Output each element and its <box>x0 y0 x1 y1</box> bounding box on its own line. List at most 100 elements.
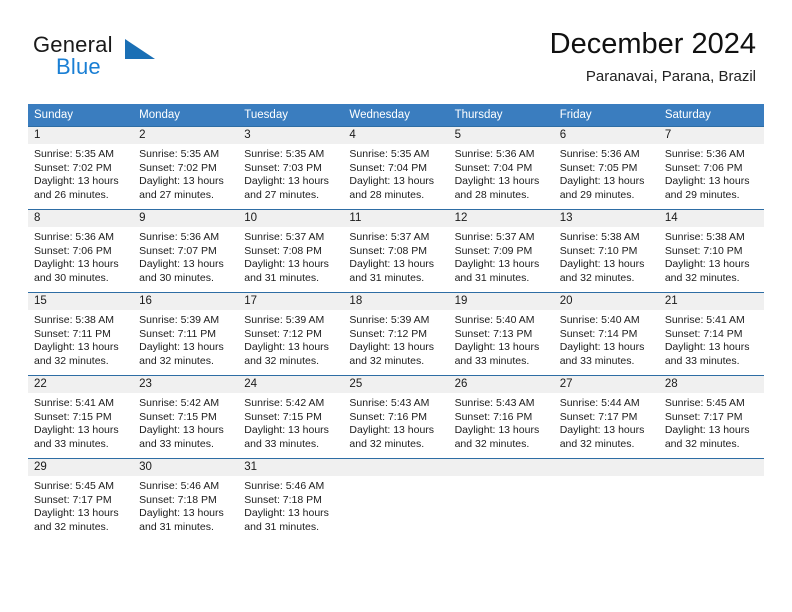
sunset-text: Sunset: 7:02 PM <box>139 161 217 174</box>
day-details: Sunrise: 5:40 AM Sunset: 7:14 PM Dayligh… <box>554 310 659 368</box>
day-number: 24 <box>238 376 344 393</box>
daylight-text-line1: Daylight: 13 hours <box>244 507 329 520</box>
sunset-text: Sunset: 7:05 PM <box>559 161 638 174</box>
day-number: 14 <box>658 210 764 227</box>
day-cell[interactable]: 15 Sunrise: 5:38 AM Sunset: 7:11 PM Dayl… <box>28 292 134 376</box>
day-cell[interactable]: 30 Sunrise: 5:46 AM Sunset: 7:18 PM Dayl… <box>133 458 239 541</box>
day-cell[interactable]: 28 Sunrise: 5:45 AM Sunset: 7:17 PM Dayl… <box>658 375 764 459</box>
day-details: Sunrise: 5:38 AM Sunset: 7:10 PM Dayligh… <box>659 227 764 285</box>
column-header-tuesday: Tuesday <box>238 104 344 127</box>
day-cell[interactable]: 11 Sunrise: 5:37 AM Sunset: 7:08 PM Dayl… <box>343 209 449 293</box>
day-cell[interactable]: 2 Sunrise: 5:35 AM Sunset: 7:02 PM Dayli… <box>133 126 239 210</box>
sunrise-text: Sunrise: 5:37 AM <box>349 231 430 243</box>
daylight-text-line1: Daylight: 13 hours <box>664 175 750 188</box>
day-details: Sunrise: 5:36 AM Sunset: 7:06 PM Dayligh… <box>659 144 764 202</box>
sunrise-text: Sunrise: 5:39 AM <box>244 314 325 326</box>
brand-logo[interactable]: General Blue <box>33 32 233 84</box>
day-cell[interactable]: 22 Sunrise: 5:41 AM Sunset: 7:15 PM Dayl… <box>28 375 134 459</box>
day-number: 7 <box>658 127 764 144</box>
sunset-text: Sunset: 7:17 PM <box>34 493 112 506</box>
day-cell[interactable]: 14 Sunrise: 5:38 AM Sunset: 7:10 PM Dayl… <box>658 209 764 293</box>
calendar-body: 1 Sunrise: 5:35 AM Sunset: 7:02 PM Dayli… <box>28 126 764 541</box>
day-cell[interactable]: 9 Sunrise: 5:36 AM Sunset: 7:07 PM Dayli… <box>133 209 239 293</box>
sunrise-text: Sunrise: 5:43 AM <box>349 397 430 409</box>
column-header-sunday: Sunday <box>28 104 134 127</box>
daylight-text-line1: Daylight: 13 hours <box>139 507 224 520</box>
day-cell-empty <box>658 458 764 541</box>
daylight-text-line1: Daylight: 13 hours <box>559 424 645 437</box>
sunrise-text: Sunrise: 5:35 AM <box>139 148 220 160</box>
daylight-text-line1: Daylight: 13 hours <box>454 341 540 354</box>
day-cell[interactable]: 20 Sunrise: 5:40 AM Sunset: 7:14 PM Dayl… <box>553 292 659 376</box>
daylight-text-line1: Daylight: 13 hours <box>559 341 645 354</box>
day-cell[interactable]: 24 Sunrise: 5:42 AM Sunset: 7:15 PM Dayl… <box>238 375 344 459</box>
title-block: December 2024 Paranavai, Parana, Brazil <box>550 26 756 87</box>
daylight-text-line2: and 32 minutes. <box>664 271 740 284</box>
day-cell[interactable]: 3 Sunrise: 5:35 AM Sunset: 7:03 PM Dayli… <box>238 126 344 210</box>
day-cell[interactable]: 31 Sunrise: 5:46 AM Sunset: 7:18 PM Dayl… <box>238 458 344 541</box>
sunset-text: Sunset: 7:17 PM <box>664 410 743 423</box>
sunrise-text: Sunrise: 5:40 AM <box>454 314 535 326</box>
daylight-text-line2: and 33 minutes. <box>454 354 530 367</box>
daylight-text-line1: Daylight: 13 hours <box>244 258 329 271</box>
day-cell[interactable]: 27 Sunrise: 5:44 AM Sunset: 7:17 PM Dayl… <box>553 375 659 459</box>
sunset-text: Sunset: 7:04 PM <box>349 161 428 174</box>
sunset-text: Sunset: 7:18 PM <box>139 493 217 506</box>
day-cell[interactable]: 26 Sunrise: 5:43 AM Sunset: 7:16 PM Dayl… <box>448 375 554 459</box>
sunset-text: Sunset: 7:10 PM <box>559 244 638 257</box>
daylight-text-line1: Daylight: 13 hours <box>664 341 750 354</box>
day-cell[interactable]: 6 Sunrise: 5:36 AM Sunset: 7:05 PM Dayli… <box>553 126 659 210</box>
day-cell[interactable]: 29 Sunrise: 5:45 AM Sunset: 7:17 PM Dayl… <box>28 458 134 541</box>
daylight-text-line2: and 32 minutes. <box>34 354 109 367</box>
day-details: Sunrise: 5:44 AM Sunset: 7:17 PM Dayligh… <box>554 393 659 451</box>
day-cell[interactable]: 17 Sunrise: 5:39 AM Sunset: 7:12 PM Dayl… <box>238 292 344 376</box>
day-number: 4 <box>343 127 449 144</box>
day-cell-empty <box>553 458 659 541</box>
day-cell[interactable]: 23 Sunrise: 5:42 AM Sunset: 7:15 PM Dayl… <box>133 375 239 459</box>
sunrise-text: Sunrise: 5:40 AM <box>559 314 640 326</box>
day-details: Sunrise: 5:38 AM Sunset: 7:10 PM Dayligh… <box>554 227 659 285</box>
daylight-text-line1: Daylight: 13 hours <box>559 258 645 271</box>
daylight-text-line2: and 27 minutes. <box>139 188 214 201</box>
day-number: 23 <box>133 376 239 393</box>
sunrise-text: Sunrise: 5:45 AM <box>664 397 745 409</box>
day-cell[interactable]: 4 Sunrise: 5:35 AM Sunset: 7:04 PM Dayli… <box>343 126 449 210</box>
daylight-text-line2: and 33 minutes. <box>244 437 319 450</box>
sunset-text: Sunset: 7:13 PM <box>454 327 533 340</box>
day-cell[interactable]: 16 Sunrise: 5:39 AM Sunset: 7:11 PM Dayl… <box>133 292 239 376</box>
daylight-text-line2: and 32 minutes. <box>349 437 425 450</box>
day-number: 25 <box>343 376 449 393</box>
sunrise-text: Sunrise: 5:44 AM <box>559 397 640 409</box>
day-cell[interactable]: 1 Sunrise: 5:35 AM Sunset: 7:02 PM Dayli… <box>28 126 134 210</box>
sunset-text: Sunset: 7:06 PM <box>664 161 743 174</box>
daylight-text-line2: and 29 minutes. <box>559 188 635 201</box>
week-row: 1 Sunrise: 5:35 AM Sunset: 7:02 PM Dayli… <box>28 126 764 210</box>
day-cell[interactable]: 7 Sunrise: 5:36 AM Sunset: 7:06 PM Dayli… <box>658 126 764 210</box>
daylight-text-line2: and 28 minutes. <box>349 188 425 201</box>
day-details: Sunrise: 5:41 AM Sunset: 7:14 PM Dayligh… <box>659 310 764 368</box>
daylight-text-line2: and 31 minutes. <box>244 271 319 284</box>
day-cell[interactable]: 13 Sunrise: 5:38 AM Sunset: 7:10 PM Dayl… <box>553 209 659 293</box>
day-cell[interactable]: 5 Sunrise: 5:36 AM Sunset: 7:04 PM Dayli… <box>448 126 554 210</box>
day-cell[interactable]: 8 Sunrise: 5:36 AM Sunset: 7:06 PM Dayli… <box>28 209 134 293</box>
day-details: Sunrise: 5:39 AM Sunset: 7:12 PM Dayligh… <box>238 310 343 368</box>
day-details: Sunrise: 5:36 AM Sunset: 7:05 PM Dayligh… <box>554 144 659 202</box>
day-cell[interactable]: 21 Sunrise: 5:41 AM Sunset: 7:14 PM Dayl… <box>658 292 764 376</box>
day-cell[interactable]: 25 Sunrise: 5:43 AM Sunset: 7:16 PM Dayl… <box>343 375 449 459</box>
daylight-text-line2: and 31 minutes. <box>349 271 425 284</box>
daylight-text-line1: Daylight: 13 hours <box>34 507 119 520</box>
day-details: Sunrise: 5:35 AM Sunset: 7:04 PM Dayligh… <box>343 144 448 202</box>
daylight-text-line2: and 30 minutes. <box>34 271 109 284</box>
day-cell[interactable]: 12 Sunrise: 5:37 AM Sunset: 7:09 PM Dayl… <box>448 209 554 293</box>
day-cell[interactable]: 18 Sunrise: 5:39 AM Sunset: 7:12 PM Dayl… <box>343 292 449 376</box>
sunset-text: Sunset: 7:16 PM <box>454 410 533 423</box>
sunrise-sunset-calendar: Sunday Monday Tuesday Wednesday Thursday… <box>28 104 764 541</box>
page-header: General Blue December 2024 Paranavai, Pa… <box>0 0 792 96</box>
day-cell[interactable]: 19 Sunrise: 5:40 AM Sunset: 7:13 PM Dayl… <box>448 292 554 376</box>
sunrise-text: Sunrise: 5:46 AM <box>244 480 325 492</box>
day-cell[interactable]: 10 Sunrise: 5:37 AM Sunset: 7:08 PM Dayl… <box>238 209 344 293</box>
calendar-header-row: Sunday Monday Tuesday Wednesday Thursday… <box>28 104 764 127</box>
sunrise-text: Sunrise: 5:36 AM <box>34 231 114 243</box>
day-number: 18 <box>343 293 449 310</box>
daylight-text-line1: Daylight: 13 hours <box>244 341 329 354</box>
